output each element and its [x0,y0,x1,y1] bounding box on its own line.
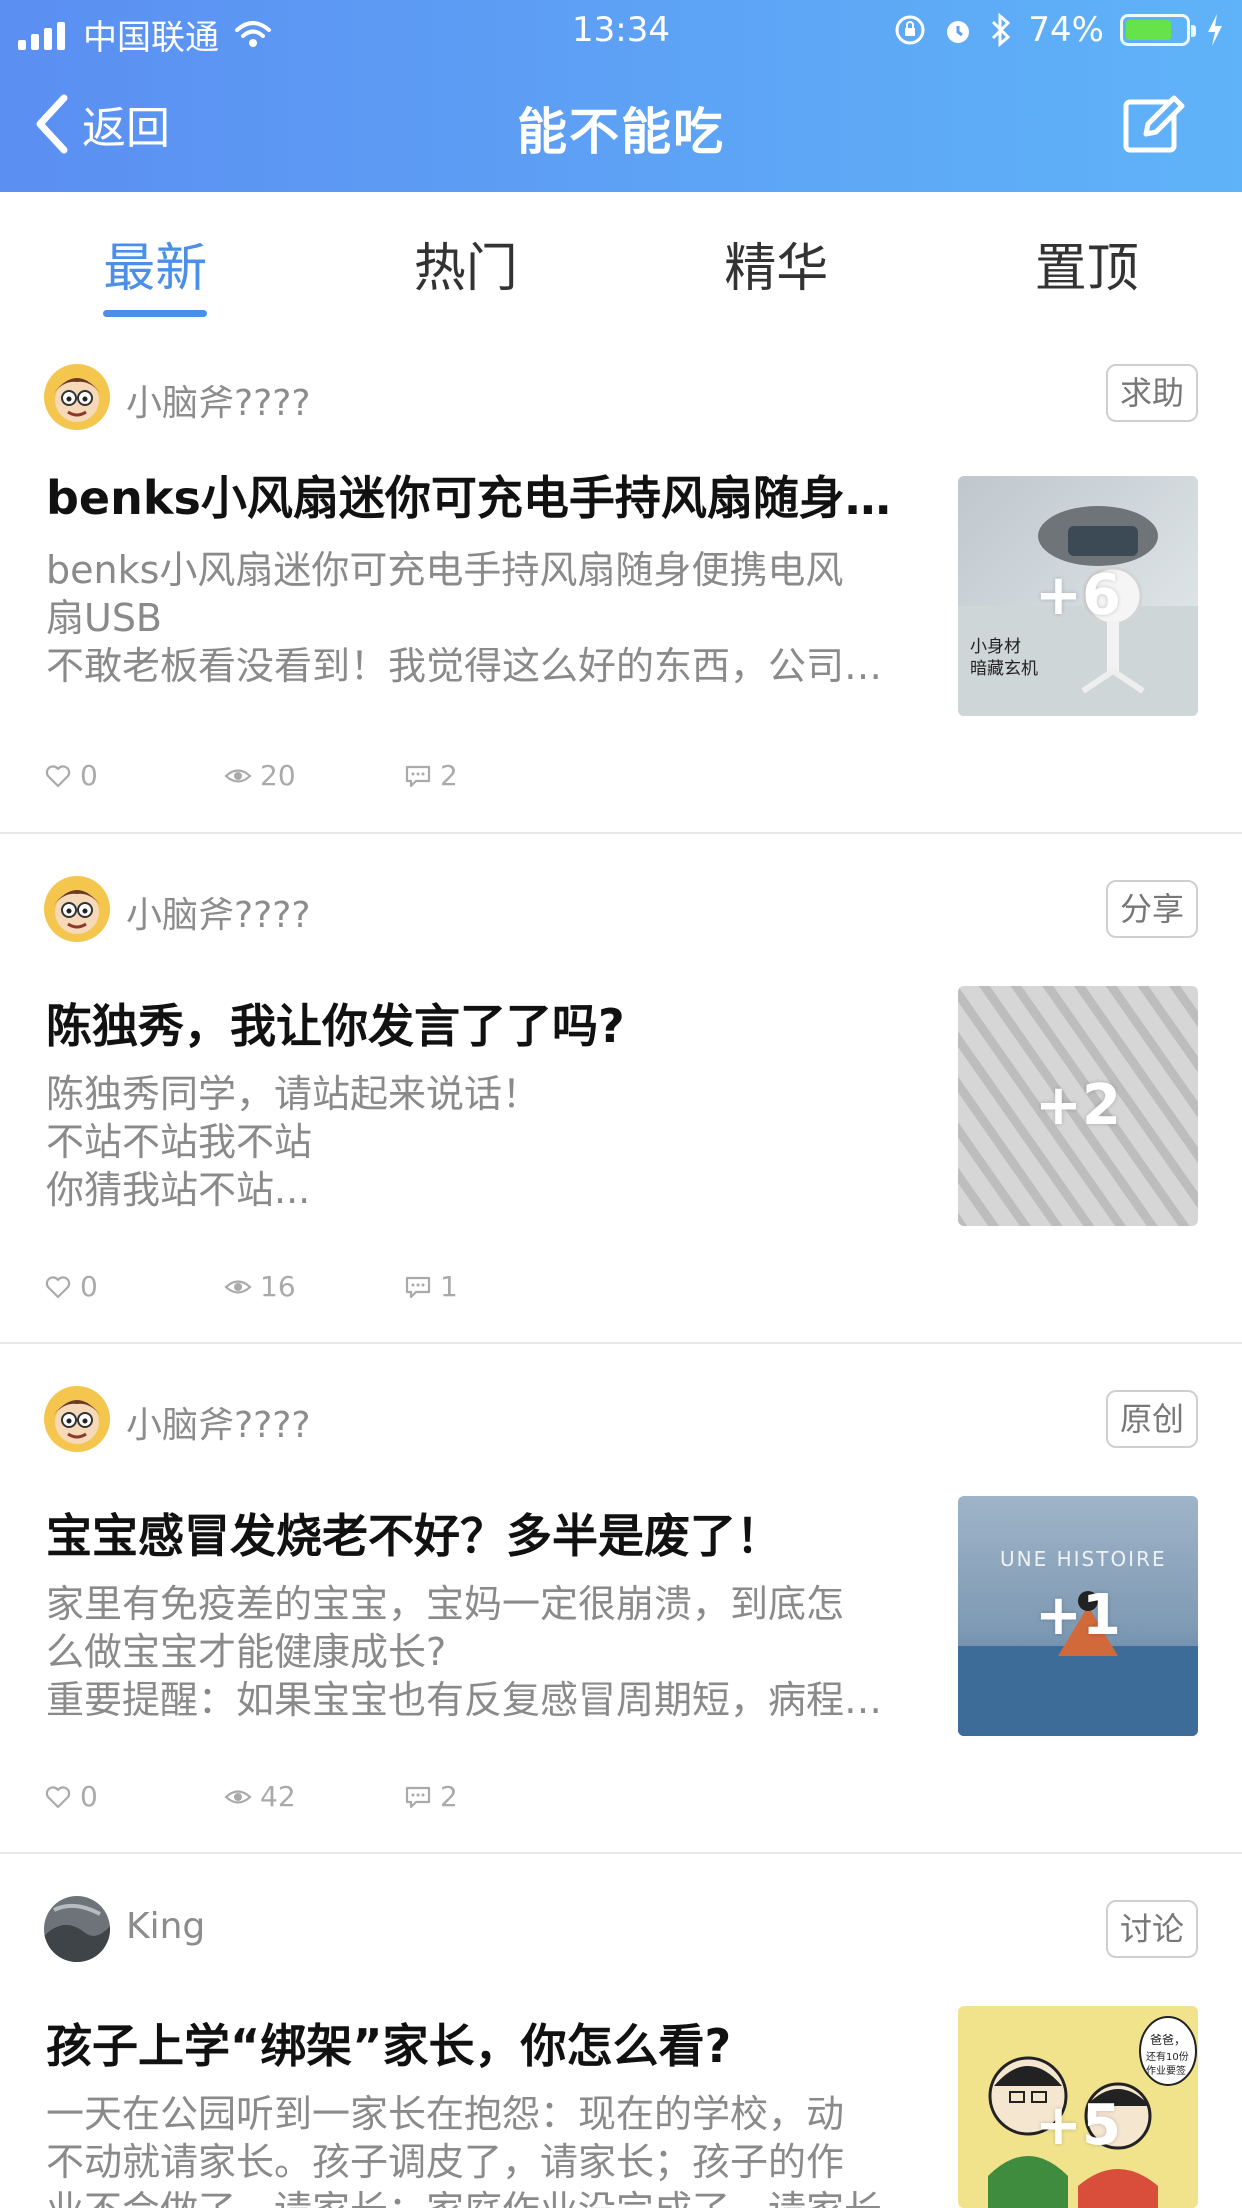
author-name[interactable]: 小脑斧???? [126,886,310,938]
comment-stat[interactable]: 2 [404,759,584,792]
bluetooth-icon [992,13,1011,47]
status-bar: 中国联通 13:34 74% [0,0,1242,62]
comment-count: 2 [440,1780,458,1813]
author-name[interactable]: 小脑斧???? [126,374,310,426]
like-stat[interactable]: 0 [44,759,224,792]
post-title[interactable]: 陈独秀，我让你发言了了吗? [46,990,916,1056]
post-excerpt: 家里有免疫差的宝宝，宝妈一定很崩溃，到底怎 么做宝宝才能健康成长? 重要提醒：如… [46,1582,916,1722]
cartoon-avatar-icon [44,364,110,430]
post-excerpt: 陈独秀同学，请站起来说话！ 不站不站我不站 你猜我站不站... [46,1072,541,1212]
category-tag[interactable]: 讨论 [1106,1900,1198,1958]
author-name[interactable]: King [126,1906,205,1947]
avatar[interactable] [44,364,110,430]
post-title[interactable]: 宝宝感冒发烧老不好？多半是废了！ [46,1500,916,1566]
view-count: 42 [260,1780,296,1813]
cartoon-avatar-icon [44,1386,110,1452]
tab-pinned[interactable]: 置顶 [932,192,1242,332]
post-card[interactable]: 小脑斧???? 原创 宝宝感冒发烧老不好？多半是废了！ 家里有免疫差的宝宝，宝妈… [0,1344,1242,1854]
post-stats: 0 20 2 [44,759,584,792]
post-card[interactable]: 小脑斧???? 求助 benks小风扇迷你可充电手持风扇随身便携电风扇USB b… [0,334,1242,834]
eye-icon [224,1279,252,1294]
eye-icon [224,1789,252,1804]
battery-percent: 74% [1028,10,1104,50]
view-count: 20 [260,759,296,792]
like-stat[interactable]: 0 [44,1780,224,1813]
image-count: +5 [1035,2093,1121,2158]
charging-icon [1208,14,1222,46]
like-count: 0 [80,759,98,792]
rotation-lock-icon [895,15,925,45]
photo-avatar-icon [44,1896,110,1962]
post-card[interactable]: King 讨论 孩子上学“绑架”家长，你怎么看? 一天在公园听到一家长在抱怨：现… [0,1854,1242,2208]
post-stats: 0 42 2 [44,1780,584,1813]
comment-stat[interactable]: 2 [404,1780,584,1813]
post-stats: 0 16 1 [44,1270,584,1303]
view-stat: 16 [224,1270,404,1303]
tab-hot[interactable]: 热门 [311,192,622,332]
tab-latest[interactable]: 最新 [0,192,311,332]
post-excerpt: 一天在公园听到一家长在抱怨：现在的学校，动 不动就请家长。孩子调皮了，请家长；孩… [46,2092,882,2208]
heart-icon [45,764,71,787]
tab-bar: 最新 热门 精华 置顶 [0,192,1242,332]
comment-count: 1 [440,1270,458,1303]
author-name[interactable]: 小脑斧???? [126,1396,310,1448]
view-count: 16 [260,1270,296,1303]
post-thumbnail[interactable]: 爸爸， 还有10份 作业要签 +5 [958,2006,1198,2208]
like-stat[interactable]: 0 [44,1270,224,1303]
view-stat: 20 [224,759,404,792]
heart-icon [45,1275,71,1298]
comment-icon [405,1786,431,1808]
like-count: 0 [80,1780,98,1813]
alarm-icon [947,21,970,43]
comment-icon [405,765,431,787]
image-count: +2 [1035,1073,1121,1138]
cartoon-avatar-icon [44,876,110,942]
heart-icon [45,1785,71,1808]
avatar[interactable] [44,876,110,942]
image-count: +6 [1035,563,1121,628]
avatar[interactable] [44,1386,110,1452]
post-card[interactable]: 小脑斧???? 分享 陈独秀，我让你发言了了吗? 陈独秀同学，请站起来说话！ 不… [0,834,1242,1344]
image-count: +1 [1035,1583,1121,1648]
header: 中国联通 13:34 74% 返回 能不能吃 [0,0,1242,192]
tab-featured[interactable]: 精华 [621,192,932,332]
post-thumbnail[interactable]: UNE HISTOIRE +1 [958,1496,1198,1736]
category-tag[interactable]: 分享 [1106,880,1198,938]
edit-icon[interactable] [1122,92,1186,156]
post-thumbnail[interactable]: 小身材 暗藏玄机 +6 [958,476,1198,716]
battery-icon [1120,14,1196,46]
page-title: 能不能吃 [517,103,725,161]
avatar[interactable] [44,1896,110,1962]
eye-icon [224,768,252,783]
comment-count: 2 [440,759,458,792]
comment-stat[interactable]: 1 [404,1270,584,1303]
post-excerpt: benks小风扇迷你可充电手持风扇随身便携电风 扇USB 不敢老板看没看到！我觉… [46,548,916,688]
post-thumbnail[interactable]: +2 [958,986,1198,1226]
post-title[interactable]: 孩子上学“绑架”家长，你怎么看? [46,2010,916,2076]
like-count: 0 [80,1270,98,1303]
view-stat: 42 [224,1780,404,1813]
comment-icon [405,1276,431,1298]
category-tag[interactable]: 求助 [1106,364,1198,422]
navigation-bar: 返回 能不能吃 [0,62,1242,192]
post-title[interactable]: benks小风扇迷你可充电手持风扇随身便携电风扇USB [46,462,916,528]
category-tag[interactable]: 原创 [1106,1390,1198,1448]
